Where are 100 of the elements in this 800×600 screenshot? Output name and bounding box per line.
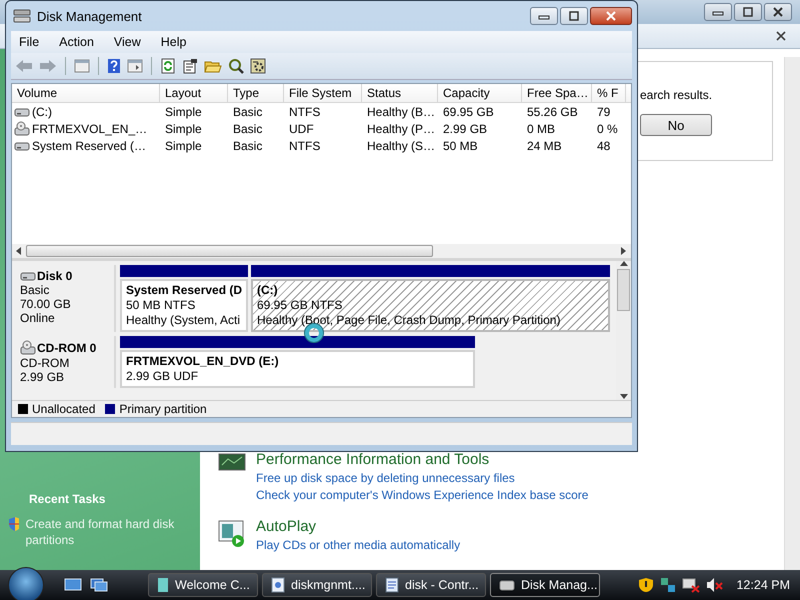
- maximize-icon: [742, 7, 754, 17]
- column-header[interactable]: Volume: [12, 84, 160, 102]
- document-icon: [157, 577, 169, 593]
- legend-label: Primary partition: [119, 402, 207, 416]
- table-cell-text: 48: [596, 138, 612, 152]
- section-title[interactable]: AutoPlay: [256, 518, 460, 535]
- table-cell-text: Simple: [164, 122, 203, 136]
- table-cell-text: 55.26 GB: [526, 104, 579, 118]
- table-cell-text: 0 %: [596, 122, 619, 136]
- magnifier-icon[interactable]: [228, 58, 244, 74]
- sidebar-heading: Recent Tasks: [29, 492, 106, 506]
- minimize-button[interactable]: [530, 7, 558, 25]
- drive-icon: [499, 578, 515, 592]
- maximize-button[interactable]: [560, 7, 588, 25]
- taskbar-button[interactable]: Disk Manag...: [490, 573, 600, 597]
- pane-icon[interactable]: [127, 58, 143, 74]
- table-cell-text: 0 MB: [526, 122, 556, 136]
- scroll-left-icon[interactable]: [16, 247, 22, 255]
- dialog-text: earch results.: [640, 88, 714, 102]
- task-link[interactable]: Check your computer's Windows Experience Index base score: [256, 487, 588, 504]
- cd-drive-icon: [20, 340, 36, 356]
- no-button[interactable]: No: [640, 114, 712, 136]
- table-cell-text: Simple: [164, 104, 203, 118]
- minimize-button[interactable]: [704, 3, 732, 21]
- disk-info: Basic: [20, 283, 50, 297]
- table-cell-text: Basic: [232, 138, 264, 152]
- clock[interactable]: 12:24 PM: [736, 578, 790, 592]
- disk-name: Disk 0: [37, 269, 72, 283]
- menu-item[interactable]: View: [114, 35, 141, 49]
- scrollbar[interactable]: [12, 244, 631, 258]
- disk-management-icon: [13, 8, 31, 24]
- table-cell-text: NTFS: [288, 138, 322, 152]
- legend-label: Unallocated: [32, 402, 96, 416]
- taskbar-button[interactable]: Welcome C...: [148, 573, 258, 597]
- table-cell-text: 24 MB: [526, 138, 563, 152]
- column-header[interactable]: % F: [592, 84, 626, 102]
- column-header[interactable]: Capacity: [438, 84, 522, 102]
- close-button[interactable]: [590, 7, 632, 25]
- task-link[interactable]: Free up disk space by deleting unnecessary files: [256, 470, 588, 487]
- table-cell-text: 50 MB: [442, 138, 479, 152]
- column-header[interactable]: Layout: [160, 84, 228, 102]
- table-cell-text: 69.95 GB: [442, 104, 495, 118]
- disk-info: 2.99 GB: [20, 370, 66, 384]
- column-header[interactable]: Status: [362, 84, 438, 102]
- menu-item[interactable]: File: [19, 35, 40, 49]
- taskbar-button[interactable]: disk - Contr...: [376, 573, 486, 597]
- scroll-right-icon[interactable]: [621, 247, 627, 255]
- column-header[interactable]: File System: [284, 84, 362, 102]
- speaker-icon[interactable]: [706, 577, 724, 593]
- menu-item[interactable]: Help: [160, 35, 186, 49]
- table-cell-text: Healthy (B…: [366, 104, 436, 118]
- disk-info: CD-ROM: [20, 356, 70, 370]
- task-link[interactable]: Play CDs or other media automatically: [256, 537, 460, 554]
- close-icon: [772, 7, 784, 17]
- scrollbar[interactable]: [784, 57, 800, 570]
- table-cell: FRTMEXVOL_EN_…: [32, 122, 148, 136]
- document-icon: [385, 577, 399, 593]
- table-cell: System Reserved (…: [32, 138, 146, 152]
- table-cell: (C:): [32, 104, 52, 118]
- scrollbar[interactable]: [616, 261, 631, 400]
- table-cell-text: 2.99 GB: [442, 122, 488, 136]
- network-icon[interactable]: [660, 577, 676, 593]
- start-button[interactable]: [8, 567, 44, 600]
- help-icon[interactable]: [107, 58, 121, 74]
- partition-info: Healthy (Boot, Page File, Crash Dump, Primary Partition): [257, 313, 562, 328]
- partition-info: 69.95 GB NTFS: [257, 298, 344, 313]
- pane-icon[interactable]: [74, 58, 90, 74]
- window-switch-icon[interactable]: [90, 578, 108, 592]
- close-button[interactable]: [764, 3, 792, 21]
- monitor-icon: [218, 453, 246, 471]
- table-cell-text: Healthy (P…: [366, 122, 436, 136]
- document-icon: [271, 577, 285, 593]
- taskbar-button[interactable]: diskmgnmt....: [262, 573, 372, 597]
- shield-icon: [8, 516, 20, 532]
- column-header[interactable]: Type: [228, 84, 284, 102]
- maximize-icon: [568, 11, 580, 21]
- partition-name: FRTMEXVOL_EN_DVD (E:): [126, 354, 280, 369]
- properties-icon[interactable]: [182, 58, 198, 74]
- section-title[interactable]: Performance Information and Tools: [256, 451, 588, 468]
- disk-info: 70.00 GB: [20, 297, 72, 311]
- maximize-button[interactable]: [734, 3, 762, 21]
- refresh-icon[interactable]: [160, 58, 176, 74]
- table-cell-text: Simple: [164, 138, 203, 152]
- table-cell-text: Basic: [232, 122, 264, 136]
- shield-icon[interactable]: [638, 577, 654, 593]
- table-cell-text: UDF: [288, 122, 315, 136]
- close-icon[interactable]: [776, 31, 786, 41]
- network-icon[interactable]: [682, 577, 700, 593]
- disk-info: Online: [20, 311, 56, 325]
- table-cell-text: Healthy (S…: [366, 138, 436, 152]
- desktop-icon[interactable]: [64, 578, 82, 592]
- settings-icon[interactable]: [250, 58, 266, 74]
- partition-info: 50 MB NTFS: [126, 298, 196, 313]
- menu-item[interactable]: Action: [59, 35, 94, 49]
- partition-info: 2.99 GB UDF: [126, 369, 200, 384]
- autoplay-icon: [218, 520, 246, 548]
- disk-name: CD-ROM 0: [37, 341, 96, 355]
- column-header[interactable]: Free Spa…: [522, 84, 592, 102]
- table-cell-text: 79: [596, 104, 612, 118]
- table-cell-text: NTFS: [288, 104, 322, 118]
